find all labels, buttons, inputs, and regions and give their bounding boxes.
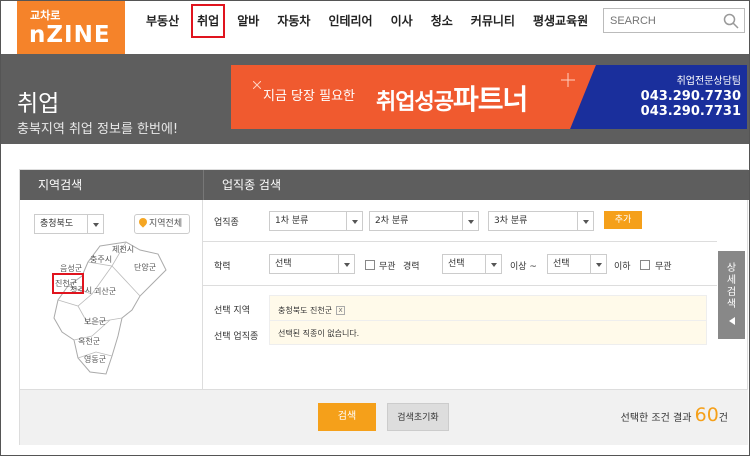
promo-main-big: 파트너 [452, 83, 528, 116]
page-banner: 취업 충북지역 취업 정보를 한번에! 지금 당장 필요한 취업성공파트너 취업… [1, 54, 749, 144]
category-2-value: 2차 분류 [375, 216, 409, 226]
search-button[interactable]: 검색 [318, 403, 376, 431]
promo-banner[interactable]: 지금 당장 필요한 취업성공파트너 취업전문상담팀 043.290.7730 0… [231, 65, 747, 129]
plus-sparkle-icon [561, 73, 575, 87]
selected-region-value: 충청북도 진천군 [278, 306, 333, 315]
result-summary: 선택한 조건 결과 60건 [621, 404, 728, 426]
region-header: 지역검색 [20, 170, 203, 200]
promo-phone-2: 043.290.7731 [640, 104, 741, 119]
divider [270, 320, 706, 321]
location-pin-icon [137, 216, 149, 228]
education-none-checkbox[interactable] [365, 260, 375, 270]
page-title: 취업 [17, 91, 60, 117]
chevron-left-icon [728, 317, 735, 325]
category-1-select[interactable]: 1차 분류 [269, 211, 363, 231]
chevron-down-icon [485, 255, 501, 273]
nav-jobs[interactable]: 취업 [188, 1, 228, 41]
map-label-yeongdong[interactable]: 영동군 [84, 354, 106, 365]
result-prefix: 선택한 조건 결과 [620, 413, 692, 424]
selected-region-label: 선택 지역 [214, 306, 250, 316]
logo-big-text: nZINE [29, 22, 111, 48]
detail-search-label: 상세검색 [726, 263, 737, 310]
search-box [603, 8, 745, 33]
sparkle-icon [253, 81, 261, 89]
nav-community[interactable]: 커뮤니티 [462, 1, 524, 41]
region-column: 충청북도 지역전체 제천시 충주시 음성군 단양군 진천군 청주시 괴산군 보은… [20, 200, 203, 390]
promo-contact: 취업전문상담팀 043.290.7730 043.290.7731 [605, 65, 747, 129]
chevron-down-icon [87, 215, 103, 233]
chevron-down-icon [346, 212, 362, 230]
category-3-select[interactable]: 3차 분류 [488, 211, 594, 231]
career-to-value: 선택 [553, 259, 570, 269]
career-from-select[interactable]: 선택 [442, 254, 502, 274]
career-none-label: 무관 [655, 262, 672, 272]
career-label: 경력 [403, 262, 420, 272]
career-from-value: 선택 [448, 259, 465, 269]
all-region-button[interactable]: 지역전체 [134, 214, 190, 234]
education-none-label: 무관 [379, 262, 396, 272]
map-label-chungju[interactable]: 충주시 [90, 254, 112, 265]
chevron-down-icon [590, 255, 606, 273]
selected-region-highlight [52, 273, 84, 294]
nav-cleaning[interactable]: 청소 [422, 1, 462, 41]
category-3-value: 3차 분류 [494, 216, 528, 226]
map-label-jecheon[interactable]: 제천시 [112, 244, 134, 255]
selected-region-tag: 충청북도 진천군 x [278, 305, 346, 316]
education-value: 선택 [275, 259, 292, 269]
nav-education[interactable]: 평생교육원 [524, 1, 597, 41]
chevron-down-icon [462, 212, 478, 230]
close-icon[interactable]: x [336, 306, 346, 315]
map-label-eumseong[interactable]: 음성군 [60, 263, 82, 274]
nav-realestate[interactable]: 부동산 [137, 1, 188, 41]
promo-main-prefix: 취업성공 [376, 90, 454, 115]
result-count: 60 [694, 404, 719, 426]
promo-main-text: 취업성공파트너 [376, 78, 528, 118]
map-label-danyang[interactable]: 단양군 [134, 262, 156, 273]
divider [203, 285, 717, 286]
page-subtitle: 충북지역 취업 정보를 한번에! [17, 122, 179, 137]
career-none-checkbox[interactable] [640, 260, 650, 270]
promo-phone-1: 043.290.7730 [640, 89, 741, 104]
add-category-button[interactable]: 추가 [604, 211, 642, 229]
map-label-boeun[interactable]: 보은군 [84, 316, 106, 327]
main-nav: 부동산 취업 알바 자동차 인테리어 이사 청소 커뮤니티 평생교육원 [137, 1, 597, 41]
category-label: 업직종 [214, 218, 239, 228]
detail-search-button[interactable]: 상세검색 [718, 251, 745, 339]
selected-job-value: 선택된 직종이 없습니다. [278, 329, 360, 338]
education-label: 학력 [214, 262, 231, 272]
reset-button[interactable]: 검색초기화 [387, 403, 449, 431]
education-select[interactable]: 선택 [269, 254, 355, 274]
selected-job-label: 선택 업직종 [214, 332, 259, 342]
promo-left-text: 지금 당장 필요한 [263, 89, 355, 104]
chungbuk-map [53, 241, 167, 375]
nav-moving[interactable]: 이사 [382, 1, 422, 41]
job-header: 업직종 검색 [203, 170, 749, 200]
result-suffix: 건 [718, 413, 728, 424]
career-above-label: 이상 ~ [510, 262, 537, 272]
map-label-okcheon[interactable]: 옥천군 [78, 336, 100, 347]
search-icon[interactable] [723, 13, 739, 29]
nav-interior[interactable]: 인테리어 [319, 1, 381, 41]
selected-conditions-box: 충청북도 진천군 x 선택된 직종이 없습니다. [269, 295, 707, 345]
category-2-select[interactable]: 2차 분류 [369, 211, 479, 231]
category-1-value: 1차 분류 [275, 216, 309, 226]
search-input[interactable] [604, 9, 719, 33]
divider [203, 241, 717, 242]
logo-small-text: 교차로 [30, 9, 61, 22]
promo-consult-team: 취업전문상담팀 [676, 76, 741, 87]
career-below-label: 이하 [614, 262, 631, 272]
nav-cars[interactable]: 자동차 [268, 1, 319, 41]
career-to-select[interactable]: 선택 [547, 254, 607, 274]
province-value: 충청북도 [40, 219, 74, 229]
province-select[interactable]: 충청북도 [34, 214, 104, 234]
all-region-label: 지역전체 [149, 219, 183, 229]
region-map: 제천시 충주시 음성군 단양군 진천군 청주시 괴산군 보은군 옥천군 영동군 [48, 240, 178, 380]
page-frame: 교차로 nZINE 부동산 취업 알바 자동차 인테리어 이사 청소 커뮤니티 … [0, 0, 750, 456]
chevron-down-icon [338, 255, 354, 273]
chevron-down-icon [577, 212, 593, 230]
map-label-goesan[interactable]: 괴산군 [94, 286, 116, 297]
bottom-bar: 검색 검색초기화 선택한 조건 결과 60건 [20, 389, 748, 445]
nav-parttime[interactable]: 알바 [228, 1, 268, 41]
